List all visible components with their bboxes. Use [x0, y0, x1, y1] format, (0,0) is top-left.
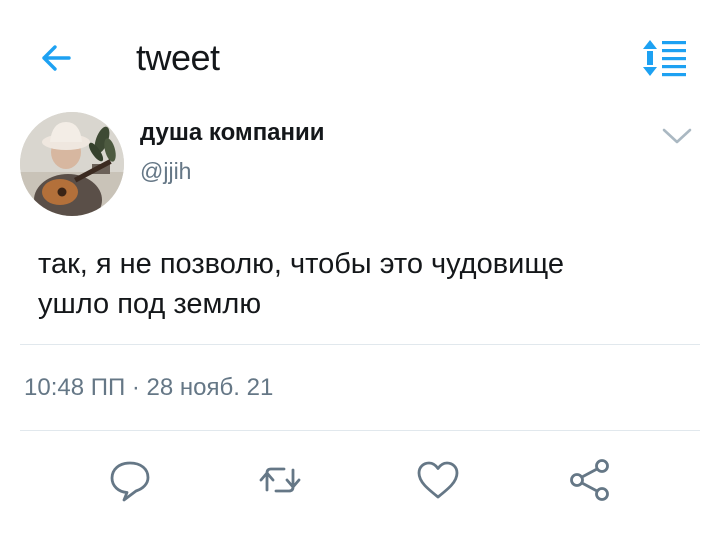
- tweet-text-line: так, я не позволю, чтобы это чудовище: [38, 248, 564, 280]
- divider: [20, 430, 700, 431]
- display-name[interactable]: душа компании: [140, 118, 325, 148]
- avatar[interactable]: [20, 112, 124, 216]
- chevron-down-icon: [662, 128, 692, 144]
- like-icon: [417, 461, 459, 499]
- top-bar: tweet: [0, 0, 720, 112]
- user-handle[interactable]: @jjih: [140, 156, 191, 186]
- share-button[interactable]: [566, 456, 614, 504]
- tweet-menu-button[interactable]: [660, 122, 694, 150]
- avatar-photo: [20, 112, 124, 216]
- tweet-text-line: ушло под землю: [38, 288, 262, 320]
- share-icon: [570, 459, 609, 501]
- sort-button[interactable]: [640, 38, 688, 78]
- retweet-button[interactable]: [256, 456, 304, 504]
- arrow-left-icon: [42, 45, 71, 71]
- like-button[interactable]: [414, 456, 462, 504]
- reply-button[interactable]: [106, 456, 154, 504]
- retweet-icon: [259, 467, 301, 493]
- divider: [20, 344, 700, 345]
- sort-list-icon: [643, 40, 686, 77]
- reply-icon: [110, 461, 150, 502]
- page-title: tweet: [136, 37, 220, 78]
- back-button[interactable]: [36, 38, 76, 78]
- tweet-timestamp: 10:48 ПП · 28 нояб. 21: [24, 374, 274, 401]
- tweet-text: так, я не позволю, чтобы это чудовище уш…: [38, 244, 678, 324]
